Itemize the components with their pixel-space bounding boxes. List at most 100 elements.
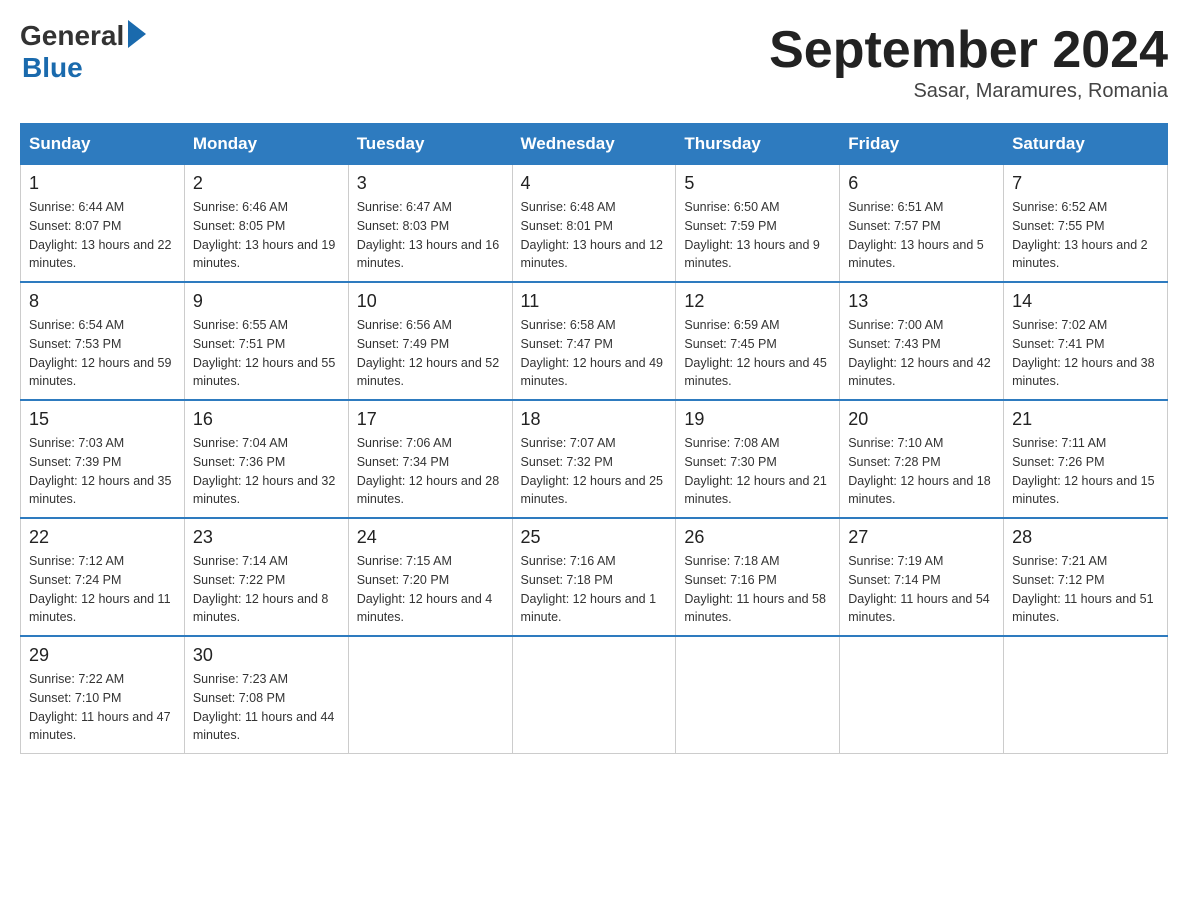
day-number: 3 [357, 173, 504, 194]
day-number: 11 [521, 291, 668, 312]
day-info: Sunrise: 7:10 AMSunset: 7:28 PMDaylight:… [848, 436, 990, 506]
day-info: Sunrise: 6:52 AMSunset: 7:55 PMDaylight:… [1012, 200, 1148, 270]
calendar-cell: 23 Sunrise: 7:14 AMSunset: 7:22 PMDaylig… [184, 518, 348, 636]
logo-blue-text: Blue [22, 52, 83, 84]
day-number: 9 [193, 291, 340, 312]
day-info: Sunrise: 6:54 AMSunset: 7:53 PMDaylight:… [29, 318, 171, 388]
day-number: 19 [684, 409, 831, 430]
day-info: Sunrise: 7:23 AMSunset: 7:08 PMDaylight:… [193, 672, 335, 742]
day-info: Sunrise: 6:47 AMSunset: 8:03 PMDaylight:… [357, 200, 499, 270]
day-number: 13 [848, 291, 995, 312]
calendar-cell [840, 636, 1004, 754]
calendar-cell: 14 Sunrise: 7:02 AMSunset: 7:41 PMDaylig… [1004, 282, 1168, 400]
day-number: 10 [357, 291, 504, 312]
calendar-cell: 21 Sunrise: 7:11 AMSunset: 7:26 PMDaylig… [1004, 400, 1168, 518]
day-number: 26 [684, 527, 831, 548]
calendar-cell: 9 Sunrise: 6:55 AMSunset: 7:51 PMDayligh… [184, 282, 348, 400]
day-number: 20 [848, 409, 995, 430]
day-number: 1 [29, 173, 176, 194]
day-info: Sunrise: 7:15 AMSunset: 7:20 PMDaylight:… [357, 554, 493, 624]
day-number: 17 [357, 409, 504, 430]
calendar-cell: 25 Sunrise: 7:16 AMSunset: 7:18 PMDaylig… [512, 518, 676, 636]
header-saturday: Saturday [1004, 124, 1168, 165]
day-info: Sunrise: 6:55 AMSunset: 7:51 PMDaylight:… [193, 318, 335, 388]
calendar-cell [348, 636, 512, 754]
calendar-cell: 6 Sunrise: 6:51 AMSunset: 7:57 PMDayligh… [840, 165, 1004, 283]
day-info: Sunrise: 6:51 AMSunset: 7:57 PMDaylight:… [848, 200, 984, 270]
header-friday: Friday [840, 124, 1004, 165]
calendar-cell: 13 Sunrise: 7:00 AMSunset: 7:43 PMDaylig… [840, 282, 1004, 400]
calendar-cell: 8 Sunrise: 6:54 AMSunset: 7:53 PMDayligh… [21, 282, 185, 400]
day-number: 12 [684, 291, 831, 312]
day-number: 8 [29, 291, 176, 312]
day-info: Sunrise: 7:07 AMSunset: 7:32 PMDaylight:… [521, 436, 663, 506]
day-number: 23 [193, 527, 340, 548]
day-info: Sunrise: 7:22 AMSunset: 7:10 PMDaylight:… [29, 672, 171, 742]
calendar-cell: 16 Sunrise: 7:04 AMSunset: 7:36 PMDaylig… [184, 400, 348, 518]
calendar-cell: 3 Sunrise: 6:47 AMSunset: 8:03 PMDayligh… [348, 165, 512, 283]
day-number: 29 [29, 645, 176, 666]
header-tuesday: Tuesday [348, 124, 512, 165]
day-number: 25 [521, 527, 668, 548]
calendar-cell: 29 Sunrise: 7:22 AMSunset: 7:10 PMDaylig… [21, 636, 185, 754]
day-info: Sunrise: 7:03 AMSunset: 7:39 PMDaylight:… [29, 436, 171, 506]
day-number: 30 [193, 645, 340, 666]
logo: General Blue [20, 20, 146, 84]
day-info: Sunrise: 6:50 AMSunset: 7:59 PMDaylight:… [684, 200, 820, 270]
day-info: Sunrise: 7:14 AMSunset: 7:22 PMDaylight:… [193, 554, 329, 624]
location-text: Sasar, Maramures, Romania [769, 80, 1168, 103]
day-number: 24 [357, 527, 504, 548]
day-info: Sunrise: 7:02 AMSunset: 7:41 PMDaylight:… [1012, 318, 1154, 388]
header-wednesday: Wednesday [512, 124, 676, 165]
day-info: Sunrise: 7:08 AMSunset: 7:30 PMDaylight:… [684, 436, 826, 506]
calendar-week-row-5: 29 Sunrise: 7:22 AMSunset: 7:10 PMDaylig… [21, 636, 1168, 754]
month-title: September 2024 [769, 20, 1168, 80]
day-info: Sunrise: 7:19 AMSunset: 7:14 PMDaylight:… [848, 554, 990, 624]
day-info: Sunrise: 6:56 AMSunset: 7:49 PMDaylight:… [357, 318, 499, 388]
day-info: Sunrise: 6:48 AMSunset: 8:01 PMDaylight:… [521, 200, 663, 270]
day-number: 28 [1012, 527, 1159, 548]
calendar-week-row-4: 22 Sunrise: 7:12 AMSunset: 7:24 PMDaylig… [21, 518, 1168, 636]
calendar-cell: 15 Sunrise: 7:03 AMSunset: 7:39 PMDaylig… [21, 400, 185, 518]
calendar-cell: 7 Sunrise: 6:52 AMSunset: 7:55 PMDayligh… [1004, 165, 1168, 283]
calendar-cell: 19 Sunrise: 7:08 AMSunset: 7:30 PMDaylig… [676, 400, 840, 518]
day-number: 6 [848, 173, 995, 194]
header-sunday: Sunday [21, 124, 185, 165]
day-number: 27 [848, 527, 995, 548]
day-info: Sunrise: 7:12 AMSunset: 7:24 PMDaylight:… [29, 554, 171, 624]
day-info: Sunrise: 7:04 AMSunset: 7:36 PMDaylight:… [193, 436, 335, 506]
calendar-cell: 26 Sunrise: 7:18 AMSunset: 7:16 PMDaylig… [676, 518, 840, 636]
calendar-cell: 1 Sunrise: 6:44 AMSunset: 8:07 PMDayligh… [21, 165, 185, 283]
calendar-cell: 20 Sunrise: 7:10 AMSunset: 7:28 PMDaylig… [840, 400, 1004, 518]
day-number: 22 [29, 527, 176, 548]
calendar-cell: 2 Sunrise: 6:46 AMSunset: 8:05 PMDayligh… [184, 165, 348, 283]
day-info: Sunrise: 6:58 AMSunset: 7:47 PMDaylight:… [521, 318, 663, 388]
calendar-table: SundayMondayTuesdayWednesdayThursdayFrid… [20, 123, 1168, 754]
day-info: Sunrise: 6:46 AMSunset: 8:05 PMDaylight:… [193, 200, 335, 270]
day-info: Sunrise: 7:18 AMSunset: 7:16 PMDaylight:… [684, 554, 826, 624]
calendar-cell: 24 Sunrise: 7:15 AMSunset: 7:20 PMDaylig… [348, 518, 512, 636]
day-info: Sunrise: 7:00 AMSunset: 7:43 PMDaylight:… [848, 318, 990, 388]
logo-arrow-icon [128, 20, 146, 48]
day-number: 7 [1012, 173, 1159, 194]
day-number: 18 [521, 409, 668, 430]
day-number: 21 [1012, 409, 1159, 430]
calendar-cell: 4 Sunrise: 6:48 AMSunset: 8:01 PMDayligh… [512, 165, 676, 283]
calendar-week-row-3: 15 Sunrise: 7:03 AMSunset: 7:39 PMDaylig… [21, 400, 1168, 518]
title-area: September 2024 Sasar, Maramures, Romania [769, 20, 1168, 103]
day-number: 5 [684, 173, 831, 194]
calendar-cell: 22 Sunrise: 7:12 AMSunset: 7:24 PMDaylig… [21, 518, 185, 636]
day-info: Sunrise: 7:11 AMSunset: 7:26 PMDaylight:… [1012, 436, 1154, 506]
calendar-cell: 5 Sunrise: 6:50 AMSunset: 7:59 PMDayligh… [676, 165, 840, 283]
calendar-cell: 10 Sunrise: 6:56 AMSunset: 7:49 PMDaylig… [348, 282, 512, 400]
calendar-cell: 12 Sunrise: 6:59 AMSunset: 7:45 PMDaylig… [676, 282, 840, 400]
calendar-cell: 28 Sunrise: 7:21 AMSunset: 7:12 PMDaylig… [1004, 518, 1168, 636]
header-thursday: Thursday [676, 124, 840, 165]
logo-general-text: General [20, 20, 124, 52]
calendar-cell: 11 Sunrise: 6:58 AMSunset: 7:47 PMDaylig… [512, 282, 676, 400]
day-number: 4 [521, 173, 668, 194]
day-number: 2 [193, 173, 340, 194]
calendar-cell: 18 Sunrise: 7:07 AMSunset: 7:32 PMDaylig… [512, 400, 676, 518]
day-number: 14 [1012, 291, 1159, 312]
day-info: Sunrise: 7:06 AMSunset: 7:34 PMDaylight:… [357, 436, 499, 506]
